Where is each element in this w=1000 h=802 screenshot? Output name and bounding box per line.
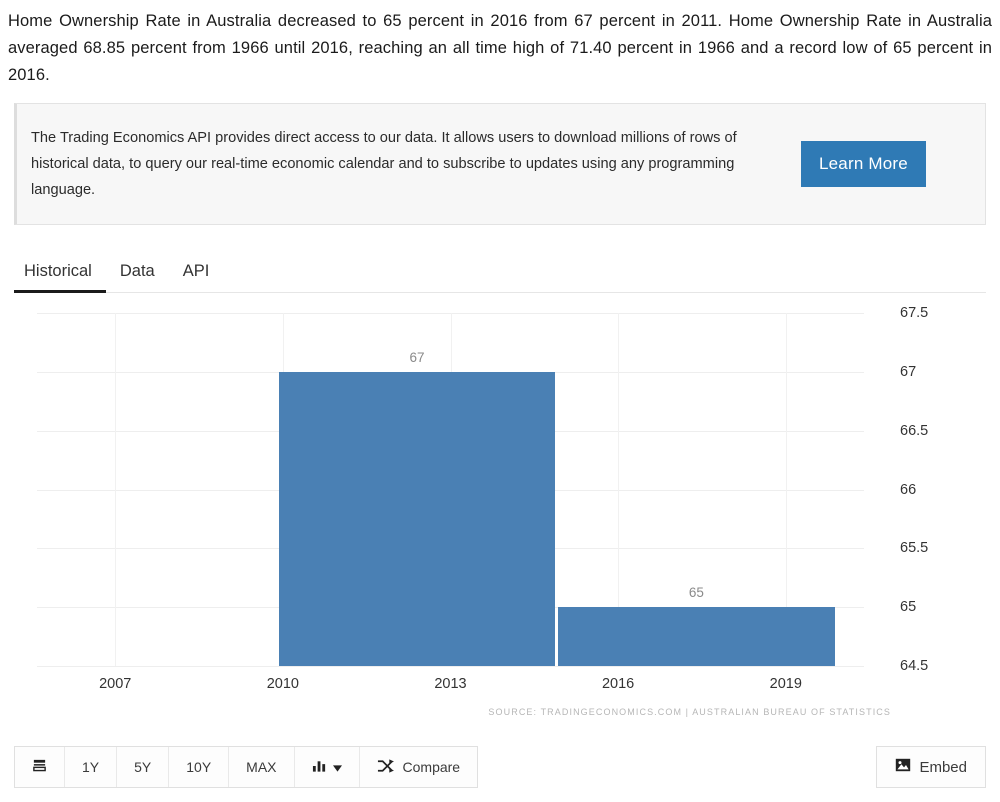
range-5y-button[interactable]: 5Y <box>117 747 170 787</box>
x-axis-tick-label: 2007 <box>99 676 132 692</box>
chart-gridline-vertical <box>115 313 117 666</box>
embed-button[interactable]: Embed <box>876 746 986 788</box>
y-axis-tick-label: 66 <box>900 481 917 498</box>
chevron-down-icon <box>332 759 342 775</box>
image-icon <box>895 758 911 776</box>
x-axis-tick-label: 2013 <box>434 676 467 692</box>
shuffle-icon <box>377 758 394 776</box>
range-max-button[interactable]: MAX <box>229 747 295 787</box>
chart-range-controls: 1Y 5Y 10Y MAX Compare <box>14 746 479 788</box>
chart-source-note: SOURCE: TRADINGECONOMICS.COM | AUSTRALIA… <box>488 707 891 717</box>
api-promo-text: The Trading Economics API provides direc… <box>31 130 737 198</box>
tab-data[interactable]: Data <box>106 262 169 292</box>
y-axis-tick-label: 66.5 <box>900 422 929 439</box>
chart-toolbar: 1Y 5Y 10Y MAX Compare Embed <box>14 746 986 788</box>
chart-gridline-horizontal <box>37 666 864 667</box>
chart-container: SOURCE: TRADINGECONOMICS.COM | AUSTRALIA… <box>14 293 986 723</box>
y-axis-tick-label: 67 <box>900 363 917 380</box>
y-axis-tick-label: 65 <box>900 599 917 616</box>
y-axis-tick-label: 64.5 <box>900 658 929 674</box>
chart-bar[interactable] <box>278 371 556 666</box>
chart-bar-value-label: 65 <box>688 585 704 601</box>
summary-paragraph: Home Ownership Rate in Australia decreas… <box>8 12 992 84</box>
tab-historical[interactable]: Historical <box>14 262 106 293</box>
chart-plot-area[interactable] <box>37 313 864 667</box>
tab-api[interactable]: API <box>169 262 224 292</box>
compare-button[interactable]: Compare <box>360 747 478 787</box>
list-view-icon <box>32 758 47 776</box>
compare-label: Compare <box>402 759 461 775</box>
x-axis-tick-label: 2019 <box>769 676 802 692</box>
y-axis-tick-label: 67.5 <box>900 305 929 321</box>
x-axis-tick-label: 2010 <box>266 676 299 692</box>
learn-more-button[interactable]: Learn More <box>801 141 926 187</box>
x-axis-tick-label: 2016 <box>601 676 635 692</box>
chart-bar[interactable] <box>558 607 835 666</box>
bar-chart-icon <box>312 759 327 776</box>
chart-bar-value-label: 67 <box>409 349 425 365</box>
data-table-button[interactable] <box>15 747 65 787</box>
content-tabs: Historical Data API <box>14 247 986 293</box>
range-1y-button[interactable]: 1Y <box>65 747 118 787</box>
chart-type-dropdown[interactable] <box>295 747 360 787</box>
embed-label: Embed <box>919 758 967 776</box>
api-promo-banner: The Trading Economics API provides direc… <box>14 103 986 225</box>
y-axis-tick-label: 65.5 <box>900 540 929 557</box>
range-10y-button[interactable]: 10Y <box>169 747 230 787</box>
